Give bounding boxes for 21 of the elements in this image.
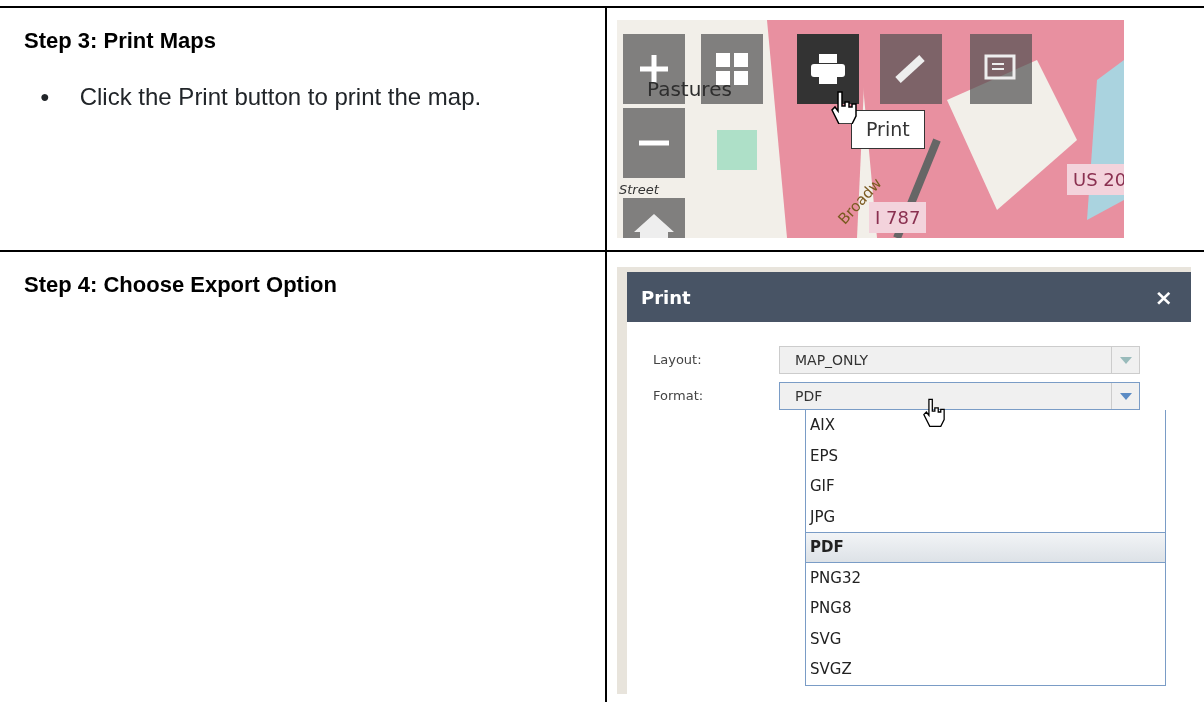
tooltip: Print xyxy=(851,110,925,149)
ruler-button[interactable] xyxy=(880,34,942,104)
minus-button[interactable] xyxy=(623,108,685,178)
close-button[interactable]: × xyxy=(1150,280,1177,314)
map-label: Street xyxy=(619,181,659,199)
dialog-title: Print xyxy=(641,285,691,310)
field-label: Layout: xyxy=(652,351,703,370)
step-title: Step 4: Choose Export Option xyxy=(24,271,338,299)
field-label: Format: xyxy=(652,387,705,406)
dropdown-option[interactable]: PDF xyxy=(806,532,1165,563)
printer-button[interactable] xyxy=(797,34,859,104)
select-field[interactable]: PDF xyxy=(779,382,1140,410)
select-field[interactable]: MAP_ONLY xyxy=(779,346,1140,374)
hand-cursor-icon xyxy=(831,90,857,124)
minus-icon xyxy=(637,140,671,146)
step-title: Step 3: Print Maps xyxy=(24,27,217,55)
bullet-icon: ● xyxy=(40,79,50,115)
window-button[interactable] xyxy=(970,34,1032,104)
bullet-text: Click the Print button to print the map. xyxy=(79,82,483,112)
printer-icon xyxy=(811,54,845,84)
hand-cursor-icon xyxy=(923,397,945,427)
